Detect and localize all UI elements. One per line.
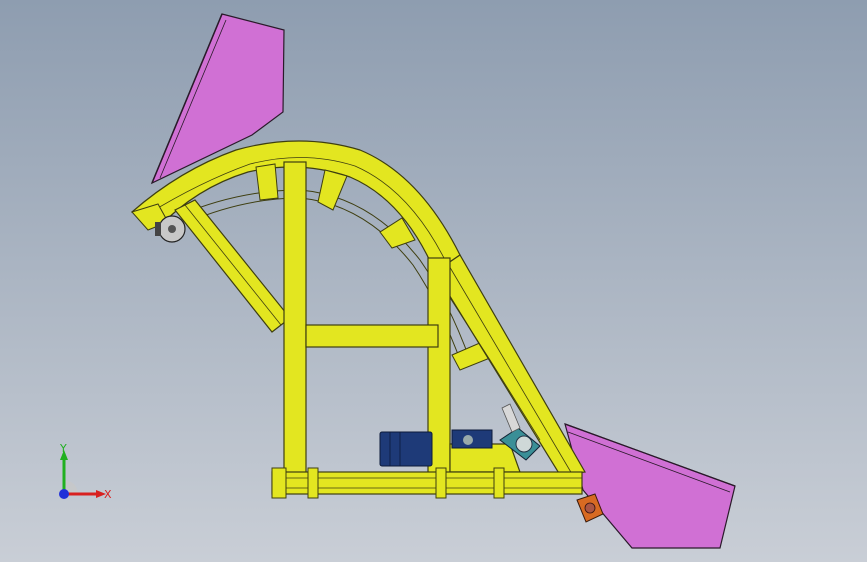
y-axis-label: Y [59,442,67,455]
model-canvas[interactable] [0,0,867,562]
base-frame[interactable] [271,467,583,499]
axis-triad: Y X [59,442,112,501]
x-axis-label: X [104,488,112,501]
3d-viewport[interactable]: Y X [0,0,867,562]
z-axis-dot [59,489,69,499]
crossbar[interactable] [305,324,439,348]
